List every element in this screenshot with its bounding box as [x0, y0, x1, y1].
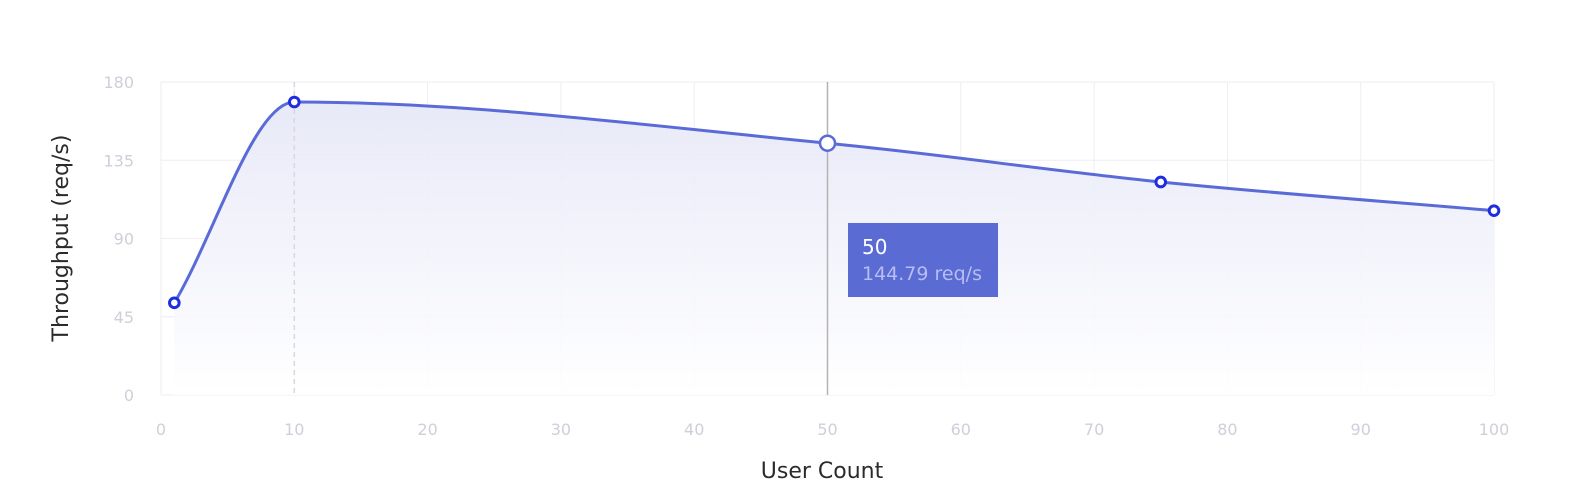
x-tick-label: 100 [1479, 420, 1510, 439]
y-axis-title: Throughput (req/s) [49, 135, 74, 343]
y-axis-ticks: 0 45 90 135 180 [103, 73, 134, 405]
x-axis-title: User Count [761, 459, 884, 484]
x-tick-label: 80 [1217, 420, 1237, 439]
hover-tooltip: 50 144.79 req/s [848, 223, 998, 297]
tooltip-value: 144.79 req/s [862, 263, 982, 285]
active-data-point[interactable] [818, 134, 837, 152]
x-tick-label: 30 [551, 420, 571, 439]
y-tick-label: 180 [103, 73, 134, 92]
data-point[interactable] [288, 95, 301, 109]
x-tick-label: 70 [1084, 420, 1104, 439]
tooltip-title: 50 [862, 235, 887, 259]
x-axis-ticks: 0 10 20 30 40 50 60 70 80 90 100 [156, 420, 1509, 439]
data-point[interactable] [1154, 175, 1168, 189]
y-tick-label: 0 [124, 386, 134, 405]
y-tick-label: 45 [114, 308, 134, 327]
data-point[interactable] [1487, 204, 1501, 217]
throughput-chart: 0 10 20 30 40 50 60 70 80 90 100 0 45 90 135 180 User … [0, 0, 1572, 502]
x-tick-label: 20 [417, 420, 437, 439]
chart-svg: 0 10 20 30 40 50 60 70 80 90 100 0 45 90 135 180 User … [49, 73, 1509, 484]
x-tick-label: 60 [951, 420, 971, 439]
x-tick-label: 0 [156, 420, 166, 439]
data-point[interactable] [168, 296, 181, 310]
y-tick-label: 135 [103, 151, 134, 170]
x-tick-label: 50 [817, 420, 837, 439]
x-tick-label: 40 [684, 420, 704, 439]
x-tick-label: 90 [1351, 420, 1371, 439]
x-tick-label: 10 [284, 420, 304, 439]
y-tick-label: 90 [114, 230, 134, 249]
